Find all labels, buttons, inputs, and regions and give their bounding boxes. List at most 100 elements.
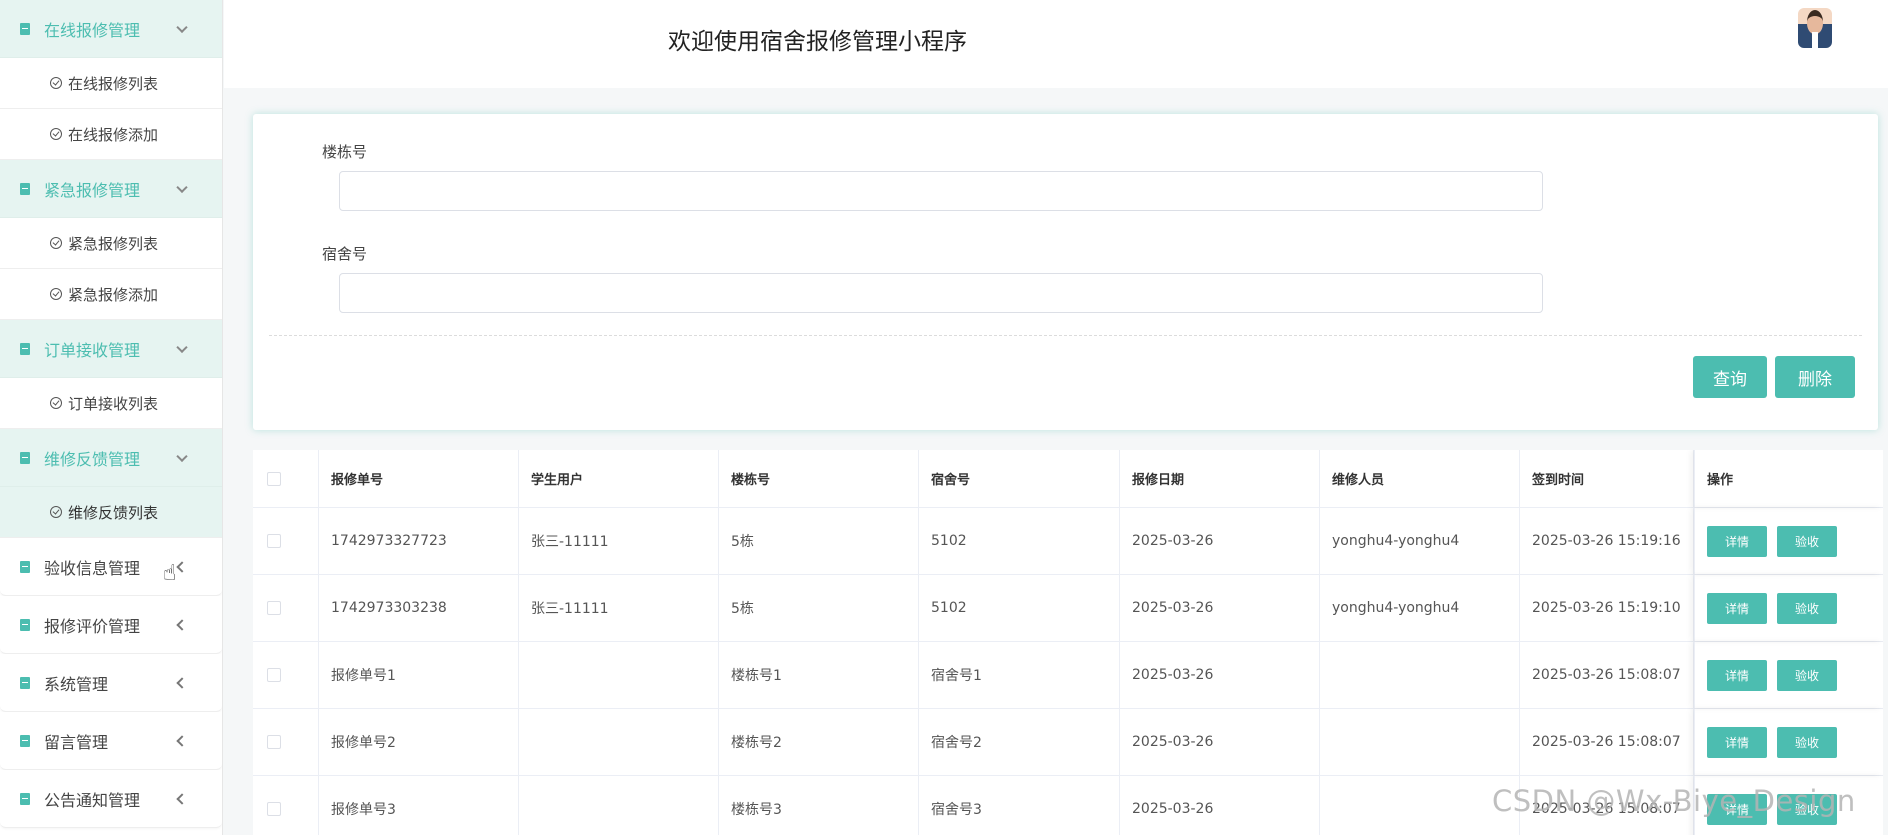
document-icon bbox=[20, 560, 30, 573]
row-actions: 详情 验收 bbox=[1694, 642, 1883, 708]
column-header: 操作 bbox=[1694, 450, 1883, 507]
chevron-left-icon bbox=[176, 618, 188, 631]
document-icon bbox=[20, 792, 30, 805]
table-cell: 张三-11111 bbox=[519, 575, 719, 641]
submenu-label: 在线报修添加 bbox=[68, 125, 159, 144]
menu-announcements[interactable]: 公告通知管理 bbox=[0, 770, 222, 828]
submenu-label: 维修反馈列表 bbox=[68, 503, 159, 522]
detail-button[interactable]: 详情 bbox=[1707, 726, 1767, 758]
column-header: 报修日期 bbox=[1120, 450, 1320, 507]
column-header: 签到时间 bbox=[1520, 450, 1694, 507]
submenu-order-receive-list[interactable]: 订单接收列表 bbox=[0, 378, 222, 429]
menu-urgent-repair[interactable]: 紧急报修管理 bbox=[0, 160, 222, 218]
table-cell: 报修单号2 bbox=[319, 709, 519, 775]
query-button[interactable]: 查询 bbox=[1693, 356, 1767, 398]
submenu-urgent-repair-list[interactable]: 紧急报修列表 bbox=[0, 218, 222, 269]
submenu-online-repair-list[interactable]: 在线报修列表 bbox=[0, 58, 222, 109]
submenu-repair-feedback-list[interactable]: 维修反馈列表 bbox=[0, 487, 222, 538]
row-checkbox[interactable] bbox=[267, 534, 281, 548]
chevron-left-icon bbox=[176, 560, 188, 573]
row-checkbox[interactable] bbox=[267, 601, 281, 615]
document-icon bbox=[20, 676, 30, 689]
row-checkbox[interactable] bbox=[267, 735, 281, 749]
check-circle-icon bbox=[50, 397, 62, 409]
table-cell: 2025-03-26 15:19:16 bbox=[1520, 508, 1694, 574]
table-cell: 宿舍号1 bbox=[919, 642, 1120, 708]
avatar[interactable] bbox=[1798, 8, 1832, 48]
menu-messages[interactable]: 留言管理 bbox=[0, 712, 222, 770]
submenu-label: 紧急报修添加 bbox=[68, 285, 159, 304]
check-circle-icon bbox=[50, 288, 62, 300]
column-header: 学生用户 bbox=[519, 450, 719, 507]
table-cell bbox=[519, 709, 719, 775]
menu-label: 维修反馈管理 bbox=[44, 449, 141, 469]
menu-label: 紧急报修管理 bbox=[44, 180, 141, 200]
submenu-urgent-repair-add[interactable]: 紧急报修添加 bbox=[0, 269, 222, 320]
row-checkbox[interactable] bbox=[267, 668, 281, 682]
dorm-input[interactable] bbox=[339, 273, 1543, 313]
row-checkbox-cell bbox=[253, 709, 319, 775]
submenu-label: 紧急报修列表 bbox=[68, 234, 159, 253]
table-cell: 5栋 bbox=[719, 575, 919, 641]
detail-button[interactable]: 详情 bbox=[1707, 525, 1767, 557]
document-icon bbox=[20, 618, 30, 631]
document-icon bbox=[20, 22, 30, 35]
detail-button[interactable]: 详情 bbox=[1707, 592, 1767, 624]
menu-order-receive[interactable]: 订单接收管理 bbox=[0, 320, 222, 378]
table-cell bbox=[1320, 642, 1520, 708]
document-icon bbox=[20, 451, 30, 464]
table-cell: 5102 bbox=[919, 508, 1120, 574]
delete-button[interactable]: 删除 bbox=[1775, 356, 1855, 398]
column-header: 宿舍号 bbox=[919, 450, 1120, 507]
menu-repair-feedback[interactable]: 维修反馈管理 bbox=[0, 429, 222, 487]
detail-button[interactable]: 详情 bbox=[1707, 659, 1767, 691]
table-cell bbox=[1320, 776, 1520, 835]
column-header: 楼栋号 bbox=[719, 450, 919, 507]
document-icon bbox=[20, 342, 30, 355]
chevron-left-icon bbox=[176, 676, 188, 689]
page-title: 欢迎使用宿舍报修管理小程序 bbox=[668, 29, 967, 55]
chevron-left-icon bbox=[176, 792, 188, 805]
top-header: 欢迎使用宿舍报修管理小程序 bbox=[224, 0, 1888, 88]
row-actions: 详情 验收 bbox=[1694, 508, 1883, 574]
accept-button[interactable]: 验收 bbox=[1777, 525, 1837, 557]
submenu-online-repair-add[interactable]: 在线报修添加 bbox=[0, 109, 222, 160]
table-cell: 5102 bbox=[919, 575, 1120, 641]
building-input[interactable] bbox=[339, 171, 1543, 211]
table-row: 报修单号1 楼栋号1 宿舍号1 2025-03-26 2025-03-26 15:08:… bbox=[253, 642, 1883, 709]
row-checkbox-cell bbox=[253, 776, 319, 835]
table-cell: 1742973327723 bbox=[319, 508, 519, 574]
table-cell: 2025-03-26 15:08:07 bbox=[1520, 642, 1694, 708]
column-header: 维修人员 bbox=[1320, 450, 1520, 507]
menu-label: 公告通知管理 bbox=[44, 790, 141, 810]
submenu-label: 订单接收列表 bbox=[68, 394, 159, 413]
chevron-down-icon bbox=[176, 21, 188, 33]
row-actions: 详情 验收 bbox=[1694, 575, 1883, 641]
table-cell: 2025-03-26 15:19:10 bbox=[1520, 575, 1694, 641]
repair-table: 报修单号 学生用户 楼栋号 宿舍号 报修日期 维修人员 签到时间 操作 1742… bbox=[253, 450, 1883, 835]
building-label: 楼栋号 bbox=[322, 143, 368, 161]
table-cell: 2025-03-26 bbox=[1120, 575, 1320, 641]
menu-label: 报修评价管理 bbox=[44, 616, 141, 636]
menu-online-repair[interactable]: 在线报修管理 bbox=[0, 0, 222, 58]
document-icon bbox=[20, 734, 30, 747]
chevron-down-icon bbox=[176, 341, 188, 353]
accept-button[interactable]: 验收 bbox=[1777, 726, 1837, 758]
row-checkbox-cell bbox=[253, 642, 319, 708]
check-circle-icon bbox=[50, 237, 62, 249]
menu-acceptance-info[interactable]: 验收信息管理 bbox=[0, 538, 222, 596]
menu-label: 验收信息管理 bbox=[44, 558, 141, 578]
row-actions: 详情 验收 bbox=[1694, 709, 1883, 775]
search-panel: 楼栋号 宿舍号 查询 删除 bbox=[253, 114, 1878, 430]
header-checkbox-cell bbox=[253, 450, 319, 507]
table-cell: 报修单号3 bbox=[319, 776, 519, 835]
accept-button[interactable]: 验收 bbox=[1777, 592, 1837, 624]
select-all-checkbox[interactable] bbox=[267, 471, 281, 486]
menu-repair-evaluation[interactable]: 报修评价管理 bbox=[0, 596, 222, 654]
row-checkbox[interactable] bbox=[267, 802, 281, 816]
divider bbox=[269, 335, 1862, 336]
table-cell: 5栋 bbox=[719, 508, 919, 574]
accept-button[interactable]: 验收 bbox=[1777, 659, 1837, 691]
menu-system[interactable]: 系统管理 bbox=[0, 654, 222, 712]
column-header: 报修单号 bbox=[319, 450, 519, 507]
